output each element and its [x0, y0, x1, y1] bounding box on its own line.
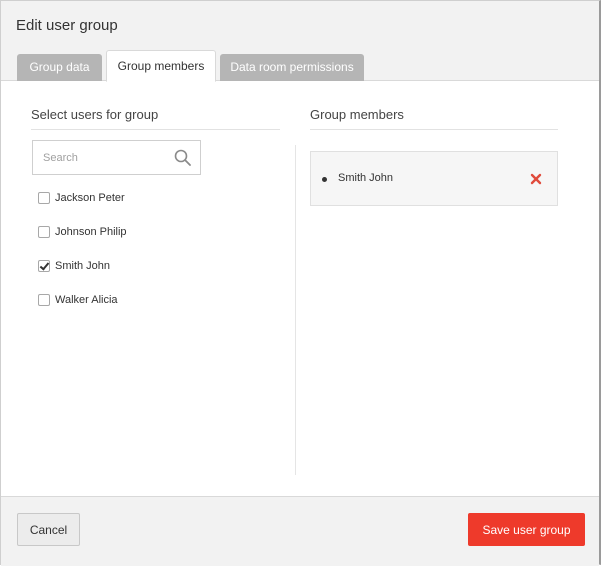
select-users-heading: Select users for group — [31, 107, 159, 122]
user-item-walker-alicia[interactable]: Walker Alicia — [38, 292, 238, 308]
tab-data-room-permissions[interactable]: Data room permissions — [220, 54, 364, 81]
right-heading-divider — [310, 129, 558, 130]
bullet-icon — [322, 177, 327, 182]
user-item-johnson-philip[interactable]: Johnson Philip — [38, 224, 238, 240]
user-item-smith-john[interactable]: Smith John — [38, 258, 238, 274]
close-icon[interactable] — [530, 173, 542, 185]
user-checkbox[interactable] — [38, 294, 50, 306]
search-icon[interactable] — [174, 149, 191, 166]
tab-group-data[interactable]: Group data — [17, 54, 102, 81]
user-label: Jackson Peter — [55, 192, 125, 204]
dialog-footer: Cancel Save user group — [1, 496, 599, 566]
search-box — [32, 140, 201, 175]
user-item-jackson-peter[interactable]: Jackson Peter — [38, 190, 238, 206]
user-label: Walker Alicia — [55, 294, 118, 306]
save-user-group-button[interactable]: Save user group — [468, 513, 585, 546]
user-checkbox[interactable] — [38, 226, 50, 238]
dialog-title: Edit user group — [16, 17, 118, 34]
edit-user-group-dialog: Edit user group Group data Group members… — [0, 0, 601, 566]
user-label: Smith John — [55, 260, 111, 272]
user-checkbox[interactable] — [38, 192, 50, 204]
search-input[interactable] — [33, 141, 163, 174]
left-heading-divider — [31, 129, 280, 130]
user-checkbox-checked[interactable] — [38, 260, 50, 272]
dialog-header: Edit user group Group data Group members… — [1, 1, 599, 82]
group-members-heading: Group members — [310, 107, 404, 122]
cancel-button[interactable]: Cancel — [17, 513, 80, 546]
user-label: Johnson Philip — [55, 226, 127, 238]
tab-group-members[interactable]: Group members — [106, 50, 216, 82]
member-item: Smith John — [310, 151, 558, 206]
member-name: Smith John — [338, 172, 394, 184]
panel-divider — [295, 145, 296, 475]
